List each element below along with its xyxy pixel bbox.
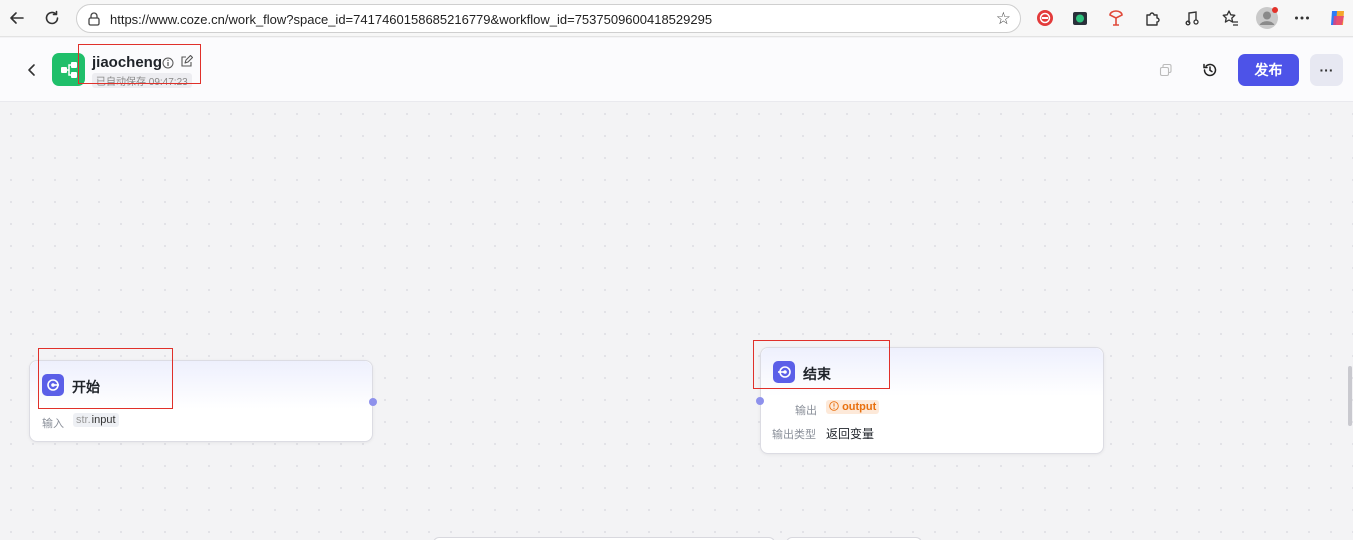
history-icon[interactable] [1199, 59, 1221, 81]
vertical-scrollbar[interactable] [1348, 366, 1352, 426]
chevron-left-icon[interactable] [22, 60, 42, 80]
start-output-port[interactable] [369, 398, 377, 406]
copilot-icon[interactable] [1327, 7, 1349, 29]
warning-icon [829, 401, 839, 411]
extensions-puzzle-icon[interactable] [1141, 7, 1163, 29]
end-input-port[interactable] [756, 397, 764, 405]
output-variable-tag: output [826, 400, 880, 414]
output-variable-name: output [842, 401, 877, 413]
output-label: 输出 [795, 405, 817, 417]
output-type-label: 输出类型 [772, 429, 816, 441]
workflow-canvas[interactable] [0, 103, 1353, 540]
media-control-icon[interactable] [1182, 7, 1204, 29]
extension-green-icon[interactable] [1069, 7, 1091, 29]
input-variable-name: input [91, 414, 116, 426]
url-text: https://www.coze.cn/work_flow?space_id=7… [110, 12, 713, 27]
extension-fan-icon[interactable] [1105, 7, 1127, 29]
extension-red-icon[interactable] [1034, 7, 1056, 29]
publish-button[interactable]: 发布 [1238, 54, 1299, 86]
back-arrow-icon[interactable] [5, 6, 29, 30]
title-highlight-box [78, 44, 201, 84]
browser-toolbar: https://www.coze.cn/work_flow?space_id=7… [0, 0, 1353, 37]
input-type: str. [76, 414, 91, 426]
browser-menu-icon[interactable] [1291, 7, 1313, 29]
profile-avatar[interactable] [1255, 6, 1279, 30]
copy-icon[interactable] [1155, 59, 1177, 81]
end-highlight-box [753, 340, 890, 389]
site-info-icon[interactable] [86, 11, 102, 27]
favorites-list-icon[interactable] [1219, 7, 1241, 29]
workflow-header: jiaocheng 已自动保存 09:47:23 发布 ··· [0, 38, 1353, 102]
input-label: 输入 [42, 418, 64, 430]
output-type-value: 返回变量 [826, 427, 875, 441]
reload-icon[interactable] [40, 6, 64, 30]
favorite-star-icon[interactable]: ☆ [996, 9, 1011, 29]
address-bar[interactable]: https://www.coze.cn/work_flow?space_id=7… [76, 4, 1021, 33]
input-variable-tag: str.input [73, 413, 119, 427]
start-highlight-box [38, 348, 173, 409]
more-options-button[interactable]: ··· [1310, 54, 1343, 86]
